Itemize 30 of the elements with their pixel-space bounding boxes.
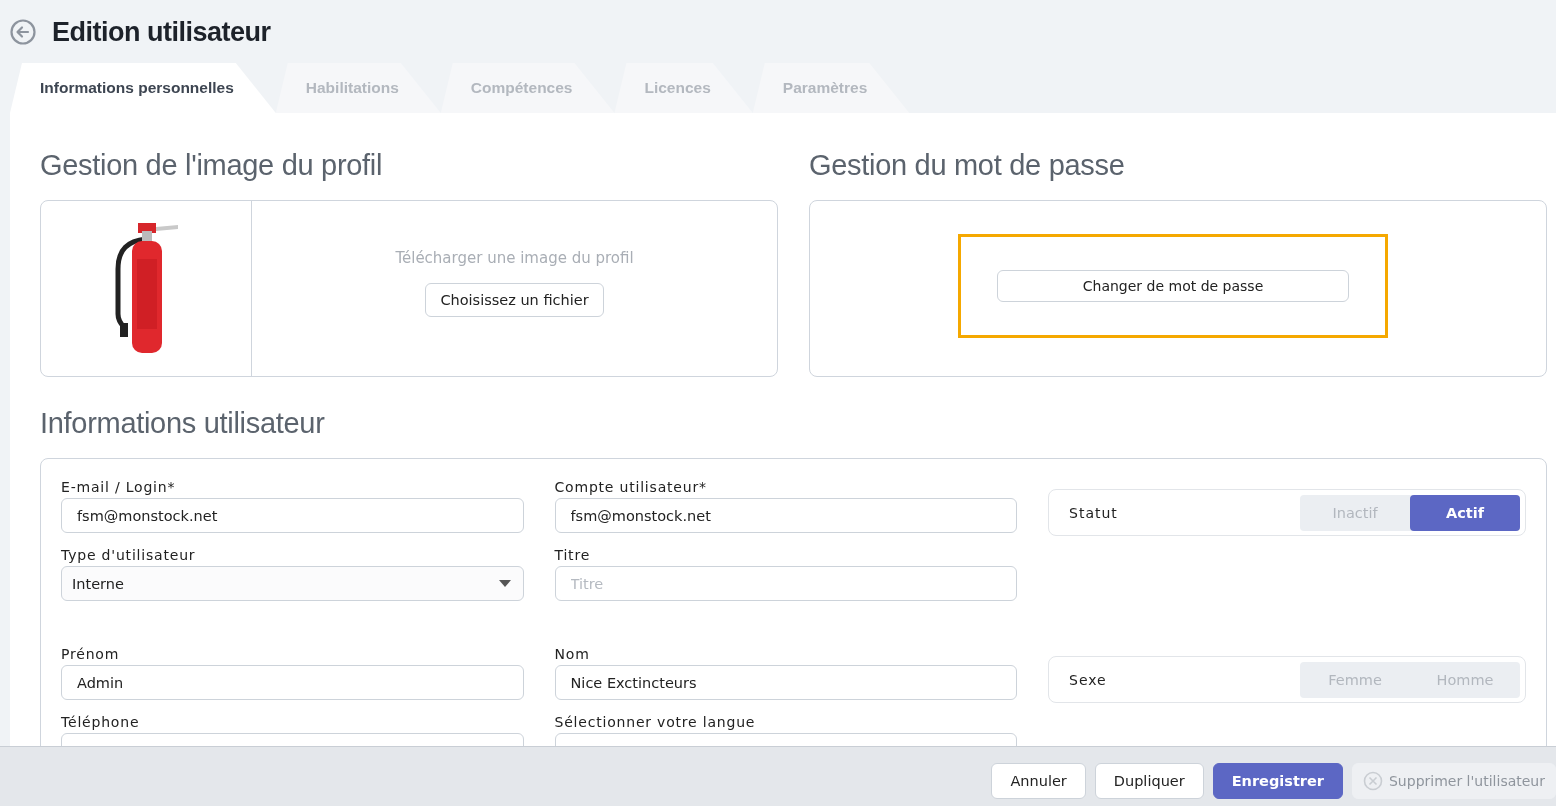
section-heading: Informations utilisateur [40,407,326,440]
input-field[interactable]: Titre [554,566,1017,601]
field-label: Nom [554,646,591,662]
field-label: Téléphone [61,714,141,730]
close-icon [1363,770,1383,791]
caret-icon [498,580,511,587]
input-field[interactable]: Nice Exctincteurs [554,665,1017,700]
input-field[interactable]: fsm@monstock.net [61,498,524,533]
toggle-label: Statut [1069,504,1118,521]
tab[interactable]: Informations personnelles [10,63,276,113]
change-password-button[interactable]: Changer de mot de passe [997,269,1349,302]
toggle-label: Sexe [1069,671,1107,688]
section-heading: Gestion du mot de passe [809,149,1126,182]
save-button[interactable]: Enregistrer [1212,762,1343,799]
footer-button[interactable]: Annuler [991,762,1086,799]
upload-hint: Télécharger une image du profil [395,248,634,267]
footer-button[interactable]: Dupliquer [1094,762,1204,799]
input-field[interactable]: Admin [61,665,524,700]
field-label: Sélectionner votre langue [554,714,757,730]
field-label: E-mail / Login* [61,479,177,495]
input-field[interactable]: fsm@monstock.net [554,498,1017,533]
toggle-option[interactable]: Actif [1410,494,1520,531]
choose-file-button[interactable]: Choisissez un fichier [425,282,604,317]
select-field[interactable]: Interne [61,566,524,601]
field-label: Compte utilisateur* [554,479,708,495]
field-label: Titre [554,547,592,563]
field-label: Type d'utilisateur [61,547,197,563]
page-title: Edition utilisateur [52,16,271,48]
field-label: Prénom [61,646,121,662]
section-heading: Gestion de l'image du profil [40,149,384,182]
